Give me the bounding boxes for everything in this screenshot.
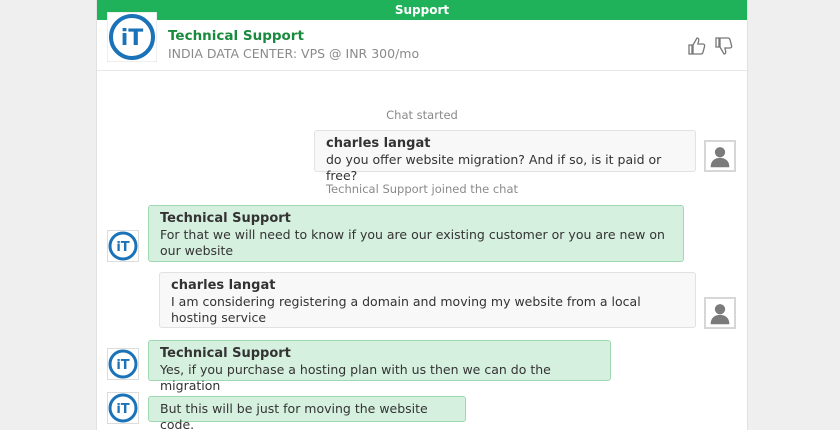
message-text: But this will be just for moving the web… (160, 401, 428, 430)
chat-widget: Support iT Technical Support INDIA DATA … (96, 0, 748, 430)
user-message: charles langat I am considering register… (159, 272, 696, 328)
agent-subtitle: INDIA DATA CENTER: VPS @ INR 300/mo (168, 46, 420, 61)
svg-text:iT: iT (116, 240, 129, 255)
title-bar[interactable]: Support (97, 0, 747, 20)
message-text: I am considering registering a domain an… (171, 294, 641, 325)
message-text: Yes, if you purchase a hosting plan with… (160, 362, 551, 393)
logo-text: iT (121, 26, 144, 51)
message-sender: charles langat (171, 278, 276, 293)
title-bar-label: Support (394, 3, 450, 17)
message-sender: charles langat (326, 136, 431, 151)
message-text: For that we will need to know if you are… (160, 227, 665, 258)
agent-avatar-icon: iT (107, 230, 139, 262)
agent-message: Technical Support Yes, if you purchase a… (148, 340, 611, 393)
user-avatar-icon (704, 297, 736, 329)
agent-message: Technical Support For that we will need … (148, 205, 684, 262)
company-logo: iT (107, 12, 157, 62)
agent-name: Technical Support (168, 28, 304, 44)
agent-avatar-icon: iT (107, 392, 139, 424)
chat-started-notice: Chat started (386, 108, 458, 122)
agent-joined-notice: Technical Support joined the chat (325, 182, 519, 196)
svg-text:iT: iT (116, 358, 129, 373)
agent-avatar-icon: iT (107, 348, 139, 380)
user-message: charles langat do you offer website migr… (314, 130, 696, 183)
chat-header: iT Technical Support INDIA DATA CENTER: … (97, 12, 747, 71)
thumbs-down-icon[interactable] (714, 36, 734, 56)
message-sender: Technical Support (160, 346, 291, 361)
message-sender: Technical Support (160, 211, 291, 226)
agent-message: But this will be just for moving the web… (148, 396, 466, 430)
user-avatar-icon (704, 140, 736, 172)
thumbs-up-icon[interactable] (687, 36, 707, 56)
svg-text:iT: iT (116, 402, 129, 417)
message-text: do you offer website migration? And if s… (326, 152, 662, 183)
